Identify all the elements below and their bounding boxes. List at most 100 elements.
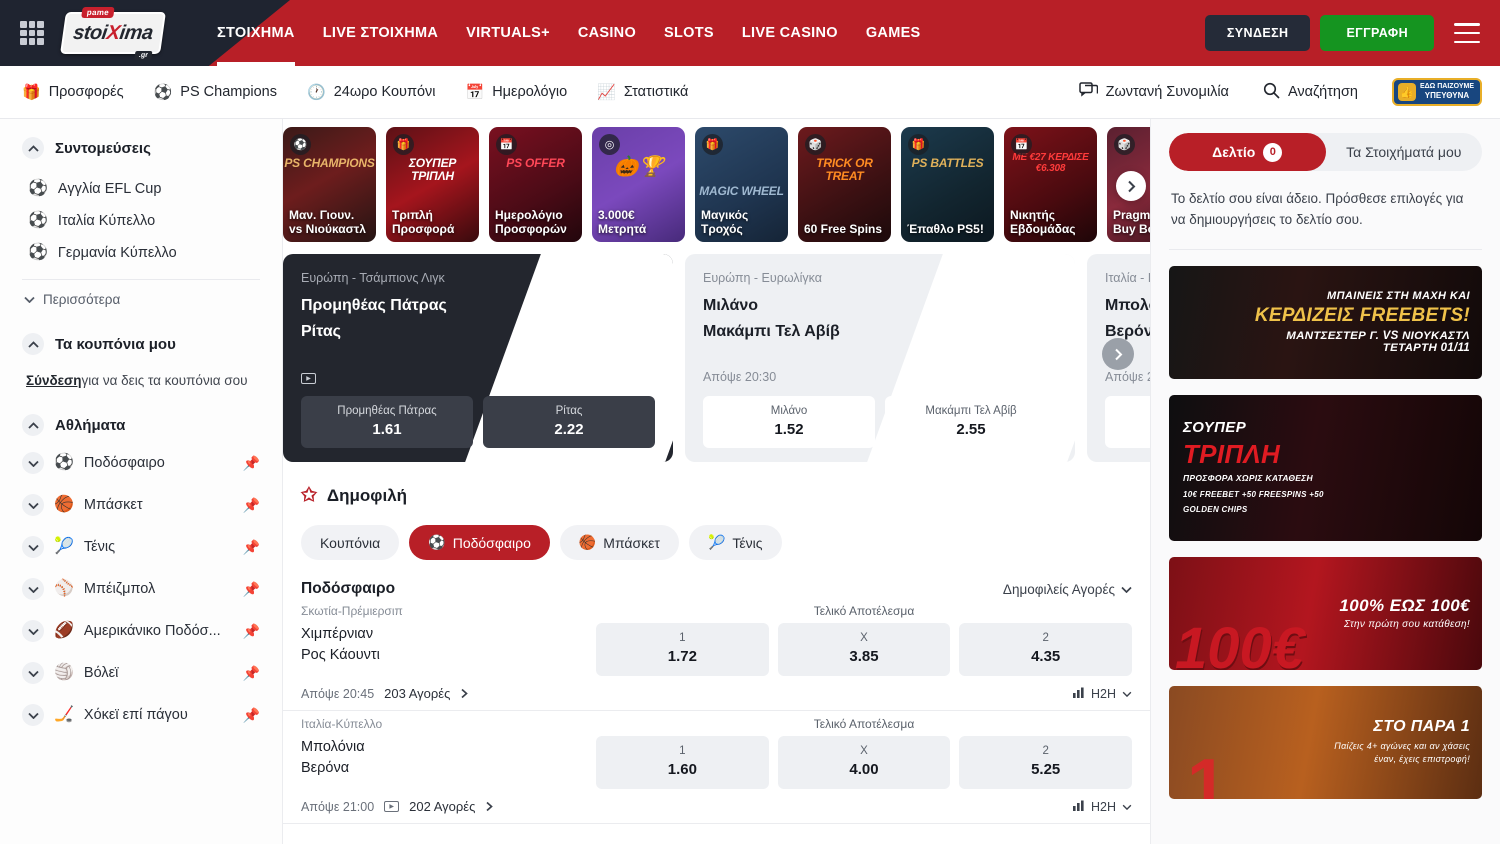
chevron-up-icon[interactable] — [22, 137, 44, 159]
subnav-item-24hour-coupon[interactable]: 🕐 24ωρο Κουπόνι — [307, 84, 436, 100]
h2h-button[interactable]: H2H — [1073, 687, 1132, 701]
odd-button-x[interactable]: X 4.00 — [778, 736, 951, 789]
chevron-down-icon[interactable] — [22, 620, 44, 642]
chevron-down-icon[interactable] — [22, 536, 44, 558]
nav-item-live-casino[interactable]: LIVE CASINO — [728, 0, 852, 66]
live-cards-next-button[interactable] — [1102, 338, 1134, 370]
subnav-item-prosfores[interactable]: 🎁 Προσφορές — [22, 84, 124, 100]
live-odd-button[interactable]: Μακάμπι Τελ Αβίβ 2.55 — [885, 396, 1057, 448]
sidebar-sport-volleyball[interactable]: 🏐 Βόλεϊ 📌 — [22, 652, 260, 694]
sidebar-shortcut-efl-cup[interactable]: ⚽ Αγγλία EFL Cup — [22, 173, 260, 205]
promo-card-60-free-spins[interactable]: 🎲 TRICK OR TREAT 60 Free Spins — [798, 127, 891, 242]
odd-button-x[interactable]: X 3.85 — [778, 623, 951, 676]
chevron-down-icon[interactable] — [22, 704, 44, 726]
sidebar-section-sports-header[interactable]: Αθλήματα — [22, 414, 260, 436]
markets-selector[interactable]: Δημοφιλείς Αγορές — [1003, 582, 1132, 597]
sidebar-shortcut-italy-cup[interactable]: ⚽ Ιταλία Κύπελλο — [22, 205, 260, 237]
live-odd-button[interactable]: Ρίτας 2.22 — [483, 396, 655, 448]
banner-super-tripli[interactable]: ΣΟΥΠΕΡ ΤΡΙΠΛΗ ΠΡΟΣΦΟΡΑ ΧΩΡΙΣ ΚΑΤΑΘΕΣΗ 10… — [1169, 395, 1482, 541]
odd-button-1[interactable]: 1 1.60 — [596, 736, 769, 789]
popular-header: ✩ Δημοφιλή — [283, 484, 1150, 507]
login-button[interactable]: ΣΥΝΔΕΣΗ — [1205, 15, 1311, 51]
live-card-promitheas-ritas[interactable]: Ευρώπη - Τσάμπιονς Λιγκ Προμηθέας Πάτρας… — [283, 254, 673, 462]
nav-item-stoixima[interactable]: ΣΤΟΙΧΗΜΑ — [203, 0, 309, 66]
promo-card-ps5-prize[interactable]: 🎁 PS BATTLES Έπαθλο PS5! — [901, 127, 994, 242]
live-odd-button[interactable]: Προμηθέας Πάτρας 1.61 — [301, 396, 473, 448]
signup-button[interactable]: ΕΓΓΡΑΦΗ — [1320, 15, 1434, 51]
sidebar-sport-ice-hockey[interactable]: 🏒 Χόκεϊ επί πάγου 📌 — [22, 694, 260, 736]
match-row-hibernian-ross-county[interactable]: Σκωτία-Πρέμιερσιπ Χιμπέρνιαν Ρος Κάουντι… — [283, 598, 1150, 676]
live-card-milano-maccabi[interactable]: Ευρώπη - Ευρωλίγκα Μιλάνο Μακάμπι Τελ Αβ… — [685, 254, 1075, 462]
sidebar-shortcut-germany-cup[interactable]: ⚽ Γερμανία Κύπελλο — [22, 237, 260, 269]
soccer-ball-icon: ⚽ — [28, 213, 48, 229]
chevron-right-icon[interactable] — [485, 801, 494, 812]
chevron-right-icon[interactable] — [460, 688, 469, 699]
chevron-down-icon[interactable] — [22, 452, 44, 474]
responsible-gaming-badge[interactable]: 👍 ΕΔΩ ΠΑΙΖΟΥΜΕ ΥΠΕΥΘΥΝΑ — [1392, 78, 1482, 106]
odd-button-2[interactable]: 2 4.35 — [959, 623, 1132, 676]
pin-icon[interactable]: 📌 — [243, 539, 260, 556]
pin-icon[interactable]: 📌 — [243, 581, 260, 598]
h2h-button[interactable]: H2H — [1073, 800, 1132, 814]
live-chat-button[interactable]: Ζωντανή Συνομιλία — [1079, 82, 1229, 103]
match-markets-count[interactable]: 202 Αγορές — [409, 799, 475, 814]
odd-button-2[interactable]: 2 5.25 — [959, 736, 1132, 789]
tab-tennis[interactable]: 🎾 Τένις — [689, 525, 782, 560]
banner-first-deposit[interactable]: 100% ΕΩΣ 100€ Στην πρώτη σου κατάθεση! 1… — [1169, 557, 1482, 670]
sidebar-sport-football[interactable]: ⚽ Ποδόσφαιρο 📌 — [22, 442, 260, 484]
live-odd-button[interactable]: Μιλάνο 1.52 — [703, 396, 875, 448]
tab-my-bets[interactable]: Τα Στοιχήματά μου — [1326, 133, 1483, 171]
match-markets-count[interactable]: 203 Αγορές — [384, 686, 450, 701]
pin-icon[interactable]: 📌 — [243, 497, 260, 514]
live-odd-button[interactable]: 1 1.60 — [1105, 396, 1150, 448]
pin-icon[interactable]: 📌 — [243, 623, 260, 640]
hamburger-menu-icon[interactable] — [1454, 23, 1480, 43]
apps-grid-icon[interactable] — [20, 21, 44, 45]
sidebar-more-button[interactable]: Περισσότερα — [22, 284, 260, 315]
match-row-bologna-verona[interactable]: Ιταλία-Κύπελλο Μπολόνια Βερόνα Τελικό Απ… — [283, 711, 1150, 789]
sidebar-sport-baseball[interactable]: ⚾ Μπέιζμπολ 📌 — [22, 568, 260, 610]
odd-button-1[interactable]: 1 1.72 — [596, 623, 769, 676]
promo-card-triple-offer[interactable]: 🎁 ΣΟΥΠΕΡ ΤΡΙΠΛΗ Τριπλή Προσφορά — [386, 127, 479, 242]
pin-icon[interactable]: 📌 — [243, 455, 260, 472]
subnav-item-statistics[interactable]: 📈 Στατιστικά — [597, 84, 688, 100]
pin-icon[interactable]: 📌 — [243, 665, 260, 682]
subnav-item-ps-champions[interactable]: ⚽ PS Champions — [154, 84, 277, 100]
nav-item-slots[interactable]: SLOTS — [650, 0, 728, 66]
search-button[interactable]: Αναζήτηση — [1263, 82, 1358, 103]
chevron-up-icon[interactable] — [22, 414, 44, 436]
nav-item-live-stoixima[interactable]: LIVE ΣΤΟΙΧΗΜΑ — [309, 0, 452, 66]
chevron-down-icon[interactable] — [22, 662, 44, 684]
nav-item-casino[interactable]: CASINO — [564, 0, 650, 66]
promo-card-offers-calendar[interactable]: 📅 PS OFFER Ημερολόγιο Προσφορών — [489, 127, 582, 242]
sidebar-sport-tennis[interactable]: 🎾 Τένις 📌 — [22, 526, 260, 568]
sidebar-section-shortcuts-header[interactable]: Συντομεύσεις — [22, 137, 260, 159]
sidebar-sport-basketball[interactable]: 🏀 Μπάσκετ 📌 — [22, 484, 260, 526]
banner-sto-para-1[interactable]: ΣΤΟ ΠΑΡΑ 1 Παίζεις 4+ αγώνες και αν χάσε… — [1169, 686, 1482, 799]
chevron-up-icon[interactable] — [22, 333, 44, 355]
pin-icon[interactable]: 📌 — [243, 707, 260, 724]
tab-basketball[interactable]: 🏀 Μπάσκετ — [560, 525, 679, 560]
sidebar-sport-american-football[interactable]: 🏈 Αμερικάνικο Ποδόσ... 📌 — [22, 610, 260, 652]
tab-betslip[interactable]: Δελτίο 0 — [1169, 133, 1326, 171]
promo-card-ps-champions[interactable]: ⚽ PS CHAMPIONS Μαν. Γιουν. vs Νιούκαστλ — [283, 127, 376, 242]
sidebar-login-link[interactable]: Σύνδεση — [26, 373, 82, 388]
sidebar-section-coupons-header[interactable]: Τα κουπόνια μου — [22, 333, 260, 355]
promos-next-button[interactable] — [1116, 171, 1146, 201]
promo-card-magic-wheel[interactable]: 🎁 MAGIC WHEEL Μαγικός Τροχός — [695, 127, 788, 242]
subnav-item-calendar[interactable]: 📅 Ημερολόγιο — [466, 84, 568, 100]
promo-card-3000-cash[interactable]: ◎ 🎃🏆 3.000€ Μετρητά — [592, 127, 685, 242]
tab-football[interactable]: ⚽ Ποδόσφαιρο — [409, 525, 550, 560]
nav-item-virtuals[interactable]: VIRTUALS+ — [452, 0, 564, 66]
site-logo[interactable]: pame stoiXima .gr — [60, 10, 165, 56]
tab-coupons[interactable]: Κουπόνια — [301, 525, 399, 560]
promotions-carousel[interactable]: ⚽ PS CHAMPIONS Μαν. Γιουν. vs Νιούκαστλ … — [283, 119, 1150, 250]
chevron-down-icon[interactable] — [22, 578, 44, 600]
banner-ps-champions[interactable]: ΜΠΑΙΝΕΙΣ ΣΤΗ ΜΑΧΗ ΚΑΙ ΚΕΡΔΙΖΕΙΣ FREEBETS… — [1169, 266, 1482, 379]
odd-label: 1 — [602, 745, 763, 757]
promo-card-weekly-winner[interactable]: 📅 ΜΕ €27 ΚΕΡΔΙΣΕ €6.308 Νικητής Εβδομάδα… — [1004, 127, 1097, 242]
chevron-down-icon[interactable] — [22, 494, 44, 516]
tv-stream-icon[interactable]: ▶ — [384, 801, 399, 812]
tv-stream-icon[interactable]: ▶ — [301, 373, 316, 384]
nav-item-games[interactable]: GAMES — [852, 0, 935, 66]
